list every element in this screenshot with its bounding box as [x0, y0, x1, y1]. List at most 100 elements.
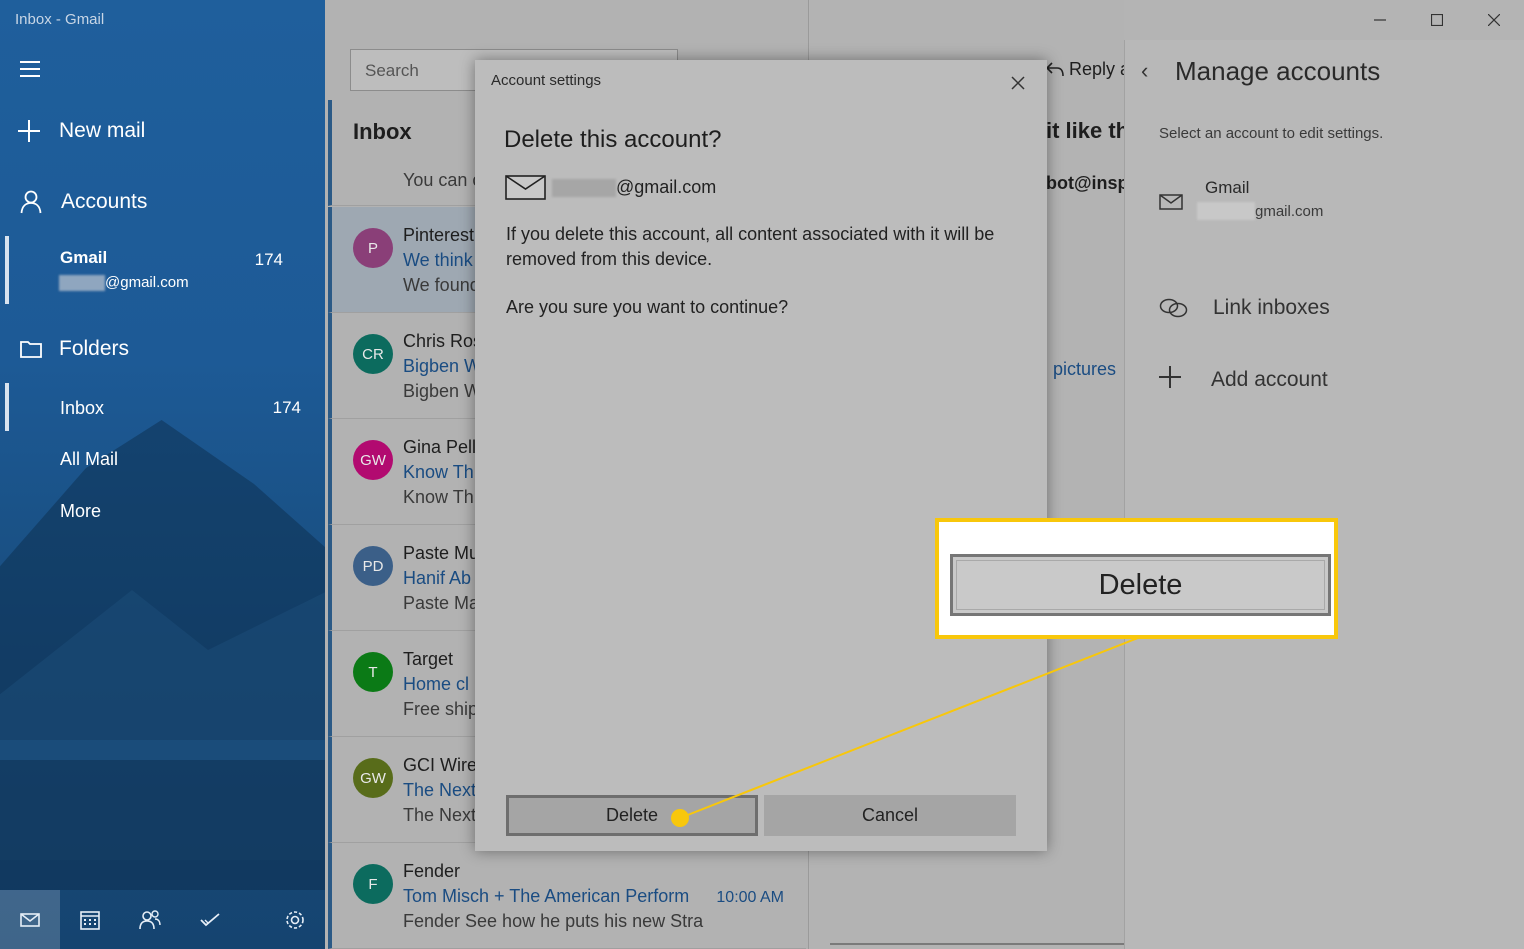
callout-zoom-box: Delete: [935, 518, 1338, 639]
message-time: 10:00 AM: [716, 889, 784, 906]
todo-icon[interactable]: [180, 890, 240, 949]
message-preview: Know Th: [403, 487, 474, 507]
maximize-button[interactable]: [1408, 0, 1466, 40]
reply-label: Reply a: [1069, 59, 1124, 79]
add-account-label: Add account: [1211, 368, 1328, 391]
delete-account-dialog: Account settings Delete this account? @g…: [475, 60, 1047, 851]
close-window-button[interactable]: [1465, 0, 1523, 40]
link-icon: [1159, 298, 1188, 318]
redacted-text: [552, 178, 616, 197]
message-preview: Paste Ma: [403, 593, 480, 613]
account-name: Gmail: [60, 248, 108, 267]
account-email-suffix: @gmail.com: [616, 177, 717, 197]
account-name: Gmail: [1205, 178, 1250, 197]
avatar: F: [353, 864, 393, 904]
message-preview: Free ship: [403, 699, 479, 719]
account-email-suffix: @gmail.com: [105, 274, 189, 291]
message-subject: Home cl: [403, 674, 470, 694]
account-email-suffix: gmail.com: [1255, 202, 1324, 220]
minimize-icon: [1374, 19, 1386, 21]
email-subject: it like th: [1046, 118, 1124, 143]
dialog-title: Account settings: [491, 72, 602, 89]
reply-button[interactable]: Reply a: [1045, 59, 1124, 80]
message-subject: The Next: [403, 780, 477, 800]
navigation-pane: Inbox - Gmail New mail Accounts Gmail 17…: [0, 0, 325, 949]
message-preview: You can c: [403, 170, 482, 190]
redacted-text: [1197, 202, 1255, 220]
avatar: T: [353, 652, 393, 692]
sidebar-folder-inbox[interactable]: Inbox 174: [5, 383, 315, 431]
message-subject: We think: [403, 250, 473, 270]
sidebar-account-gmail[interactable]: Gmail 174 @gmail.com: [5, 236, 305, 304]
message-subject: Hanif Ab: [403, 568, 472, 588]
dialog-account: @gmail.com: [505, 175, 716, 200]
avatar: GW: [353, 440, 393, 480]
divider: [830, 943, 1124, 945]
calendar-icon[interactable]: [60, 890, 120, 949]
avatar: GW: [353, 758, 393, 798]
dialog-confirm-text: Are you sure you want to continue?: [506, 297, 789, 317]
plus-icon: [18, 120, 40, 142]
close-icon: [1011, 76, 1025, 90]
dialog-message: If you delete this account, all content …: [506, 224, 995, 269]
redacted-text: [59, 274, 105, 291]
message-sender: Chris Ros: [403, 331, 483, 351]
minimize-button[interactable]: [1351, 0, 1409, 40]
maximize-icon: [1431, 14, 1443, 26]
dialog-heading: Delete this account?: [504, 126, 722, 153]
folder-icon: [20, 341, 42, 358]
show-pictures-link[interactable]: l pictures: [1044, 359, 1116, 380]
people-icon[interactable]: [120, 890, 180, 949]
pane-title: Manage accounts: [1175, 56, 1381, 86]
folders-header[interactable]: Folders: [20, 337, 129, 361]
reply-icon: [1045, 62, 1064, 77]
delete-button[interactable]: Delete: [506, 795, 758, 836]
background-mountain: [0, 420, 325, 740]
email-sender: bot@insp: [1046, 173, 1124, 193]
message-sender: Pinterest: [403, 225, 475, 245]
accounts-label: Accounts: [61, 190, 148, 213]
message-sender: GCI Wire: [403, 755, 477, 775]
settings-icon[interactable]: [265, 890, 325, 949]
account-email: gmail.com: [1197, 202, 1323, 220]
person-icon: [20, 190, 42, 214]
new-mail-label: New mail: [59, 119, 146, 142]
message-sender: Target: [403, 649, 454, 669]
mail-icon: [1159, 194, 1183, 210]
new-mail-button[interactable]: New mail: [18, 114, 145, 148]
plus-icon: [1159, 366, 1187, 394]
message-preview: The Next: [403, 805, 477, 825]
link-inboxes-label: Link inboxes: [1213, 296, 1330, 319]
folders-label: Folders: [59, 337, 130, 360]
mail-icon[interactable]: [0, 890, 60, 949]
sidebar-folder-all-mail[interactable]: All Mail: [60, 449, 118, 470]
unread-count: 174: [254, 250, 283, 269]
close-icon: [1488, 14, 1500, 26]
background-lake: [0, 760, 325, 890]
message-subject: Know Th: [403, 462, 474, 482]
account-email: @gmail.com: [59, 274, 189, 291]
back-chevron-icon[interactable]: ‹: [1141, 58, 1148, 84]
sidebar-folder-more[interactable]: More: [60, 501, 101, 522]
manage-accounts-pane: ‹ Manage accounts Select an account to e…: [1124, 40, 1524, 949]
avatar: P: [353, 228, 393, 268]
message-preview: We found: [403, 275, 480, 295]
add-account-button[interactable]: Add account: [1159, 360, 1328, 400]
message-sender: Fender: [403, 861, 461, 881]
dialog-close-button[interactable]: [1005, 70, 1031, 96]
window-title: Inbox - Gmail: [15, 11, 105, 28]
message-subject: Tom Misch + The American Perform: [403, 886, 690, 906]
cancel-button[interactable]: Cancel: [764, 795, 1016, 836]
search-placeholder: Search: [365, 61, 419, 80]
message-subject: Bigben W: [403, 356, 482, 376]
message-sender: Gina Pell: [403, 437, 477, 457]
account-entry-gmail[interactable]: Gmail gmail.com: [1153, 170, 1493, 230]
link-inboxes-button[interactable]: Link inboxes: [1159, 288, 1330, 328]
accounts-header[interactable]: Accounts: [20, 190, 147, 214]
pane-instruction: Select an account to edit settings.: [1159, 125, 1384, 142]
message-item[interactable]: F Fender Tom Misch + The American Perfor…: [328, 843, 806, 949]
app-switcher-bar: [0, 890, 325, 949]
unread-count: 174: [272, 398, 301, 417]
avatar: CR: [353, 334, 393, 374]
hamburger-menu-icon[interactable]: [20, 61, 40, 77]
